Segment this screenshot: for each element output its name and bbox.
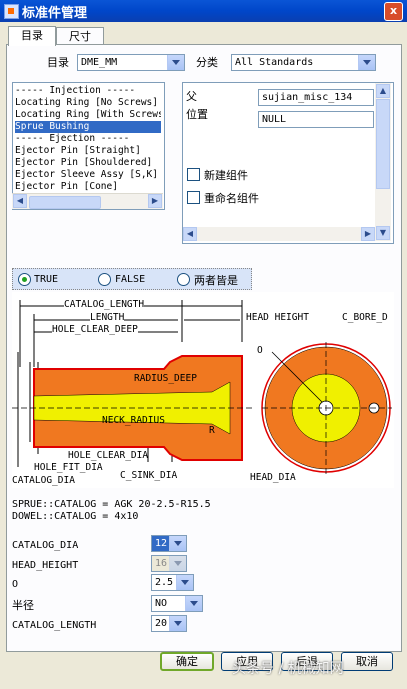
category-select[interactable]: All Standards — [231, 54, 376, 71]
position-label: 位置 — [186, 108, 208, 121]
scroll-right-icon[interactable]: ▶ — [148, 194, 162, 208]
list-item[interactable]: Ejector Pin [Cone] — [15, 181, 161, 193]
head-height-select: 16 — [151, 555, 187, 572]
new-component-label: 新建组件 — [204, 169, 248, 182]
chevron-down-icon — [169, 556, 186, 571]
scroll-up-icon[interactable]: ▲ — [376, 84, 390, 98]
label-catalog-dia: CATALOG_DIA — [12, 475, 75, 486]
list-item[interactable]: Locating Ring [With Screws] — [15, 109, 161, 121]
new-component-checkbox[interactable] — [187, 168, 200, 181]
catalog-label: 目录 — [47, 56, 69, 69]
label-length: LENGTH — [90, 312, 125, 323]
parent-field[interactable]: sujian_misc_134 — [258, 89, 374, 106]
rename-component-checkbox[interactable] — [187, 191, 200, 204]
catalog-length-select[interactable]: 20 — [151, 615, 187, 632]
list-item[interactable]: ----- Injection ----- — [15, 85, 161, 97]
radio-both[interactable] — [177, 273, 190, 286]
pane-vertical-scrollbar[interactable]: ▲ ▼ — [375, 83, 391, 241]
window-title: 标准件管理 — [22, 6, 88, 21]
radio-false[interactable] — [98, 273, 111, 286]
category-value: All Standards — [235, 57, 314, 68]
catalog-length-value: 20 — [155, 618, 168, 629]
rename-component-label: 重命名组件 — [204, 192, 259, 205]
radius-value: NO — [155, 598, 168, 609]
chevron-down-icon[interactable] — [169, 536, 186, 551]
parent-label: 父 — [186, 90, 197, 103]
param-label-o: O — [12, 579, 19, 590]
o-value: 2.5 — [155, 577, 174, 588]
scroll-right-icon[interactable]: ▶ — [361, 227, 375, 241]
list-item[interactable]: Ejector Pin [Shouldered] — [15, 157, 161, 169]
tab-dimensions[interactable]: 尺寸 — [56, 27, 104, 45]
label-o: O — [257, 345, 263, 356]
watermark: 头条号 / 机械知网 — [232, 661, 344, 677]
component-list[interactable]: ----- Injection ----- Locating Ring [No … — [12, 82, 165, 210]
list-item[interactable]: Ejector Pin [Straight] — [15, 145, 161, 157]
title-bar: 标准件管理 x — [0, 0, 407, 22]
scroll-left-icon[interactable]: ◀ — [183, 227, 197, 241]
chevron-down-icon[interactable] — [167, 55, 184, 70]
radio-false-label: FALSE — [115, 274, 146, 285]
cancel-button[interactable]: 取消 — [341, 652, 393, 671]
catalog-dia-value: 12 — [155, 538, 168, 549]
param-label-radius: 半径 — [12, 599, 34, 612]
radio-true-label: TRUE — [34, 274, 59, 285]
scroll-thumb[interactable] — [376, 99, 390, 189]
param-label-catalog-length: CATALOG_LENGTH — [12, 620, 97, 631]
chevron-down-icon[interactable] — [358, 55, 375, 70]
chevron-down-icon[interactable] — [176, 575, 193, 590]
label-hole-fit-dia: HOLE_FIT_DIA — [34, 462, 103, 473]
catalog-dia-select[interactable]: 12 — [151, 535, 187, 552]
label-c-sink-dia: C_SINK_DIA — [120, 470, 178, 481]
chevron-down-icon[interactable] — [185, 596, 202, 611]
label-radius-deep: RADIUS_DEEP — [134, 373, 197, 384]
list-item[interactable]: Ejector Sleeve Assy [S,K] — [15, 169, 161, 181]
label-head-dia: HEAD_DIA — [250, 472, 296, 483]
chevron-down-icon[interactable] — [169, 616, 186, 631]
placement-pane — [182, 82, 394, 244]
label-catalog-length: CATALOG_LENGTH — [64, 299, 145, 310]
scroll-left-icon[interactable]: ◀ — [13, 194, 27, 208]
catalog-select[interactable]: DME_MM — [77, 54, 185, 71]
param-label-catalog-dia: CATALOG_DIA — [12, 540, 79, 551]
tab-catalog[interactable]: 目录 — [8, 26, 56, 46]
dowel-catalog-text: DOWEL::CATALOG = 4x10 — [12, 511, 139, 522]
radius-select[interactable]: NO — [151, 595, 203, 612]
label-hole-clear-deep: HOLE_CLEAR_DEEP — [52, 324, 138, 335]
list-item[interactable]: Locating Ring [No Screws] — [15, 97, 161, 109]
radio-both-label: 两者皆是 — [194, 274, 238, 287]
label-hole-clear-dia: HOLE_CLEAR_DIA — [68, 450, 149, 461]
scroll-down-icon[interactable]: ▼ — [376, 226, 390, 240]
o-select[interactable]: 2.5 — [151, 574, 194, 591]
label-neck-radius: NECK_RADIUS — [102, 415, 165, 426]
label-c-bore: C_BORE_D — [342, 312, 388, 323]
pane-horizontal-scrollbar[interactable]: ◀ ▶ — [183, 227, 375, 241]
label-r: R — [209, 425, 215, 436]
list-horizontal-scrollbar[interactable]: ◀ ▶ — [12, 193, 163, 209]
param-label-head-height: HEAD_HEIGHT — [12, 560, 79, 571]
component-diagram: CATALOG_LENGTH LENGTH HOLE_CLEAR_DEEP HE… — [12, 292, 394, 488]
sprue-catalog-text: SPRUE::CATALOG = AGK 20-2.5-R15.5 — [12, 499, 211, 510]
catalog-value: DME_MM — [81, 57, 118, 68]
position-field[interactable]: NULL — [258, 111, 374, 128]
category-label: 分类 — [196, 56, 218, 69]
app-icon — [4, 4, 19, 19]
list-item-selected[interactable]: Sprue Bushing — [15, 121, 161, 133]
list-item[interactable]: ----- Ejection ----- — [15, 133, 161, 145]
ok-button[interactable]: 确定 — [160, 652, 214, 671]
scroll-thumb[interactable] — [29, 196, 101, 209]
close-button[interactable]: x — [384, 2, 403, 21]
head-height-value: 16 — [155, 558, 168, 569]
radio-true[interactable] — [18, 273, 31, 286]
label-head-height: HEAD HEIGHT — [246, 312, 309, 323]
